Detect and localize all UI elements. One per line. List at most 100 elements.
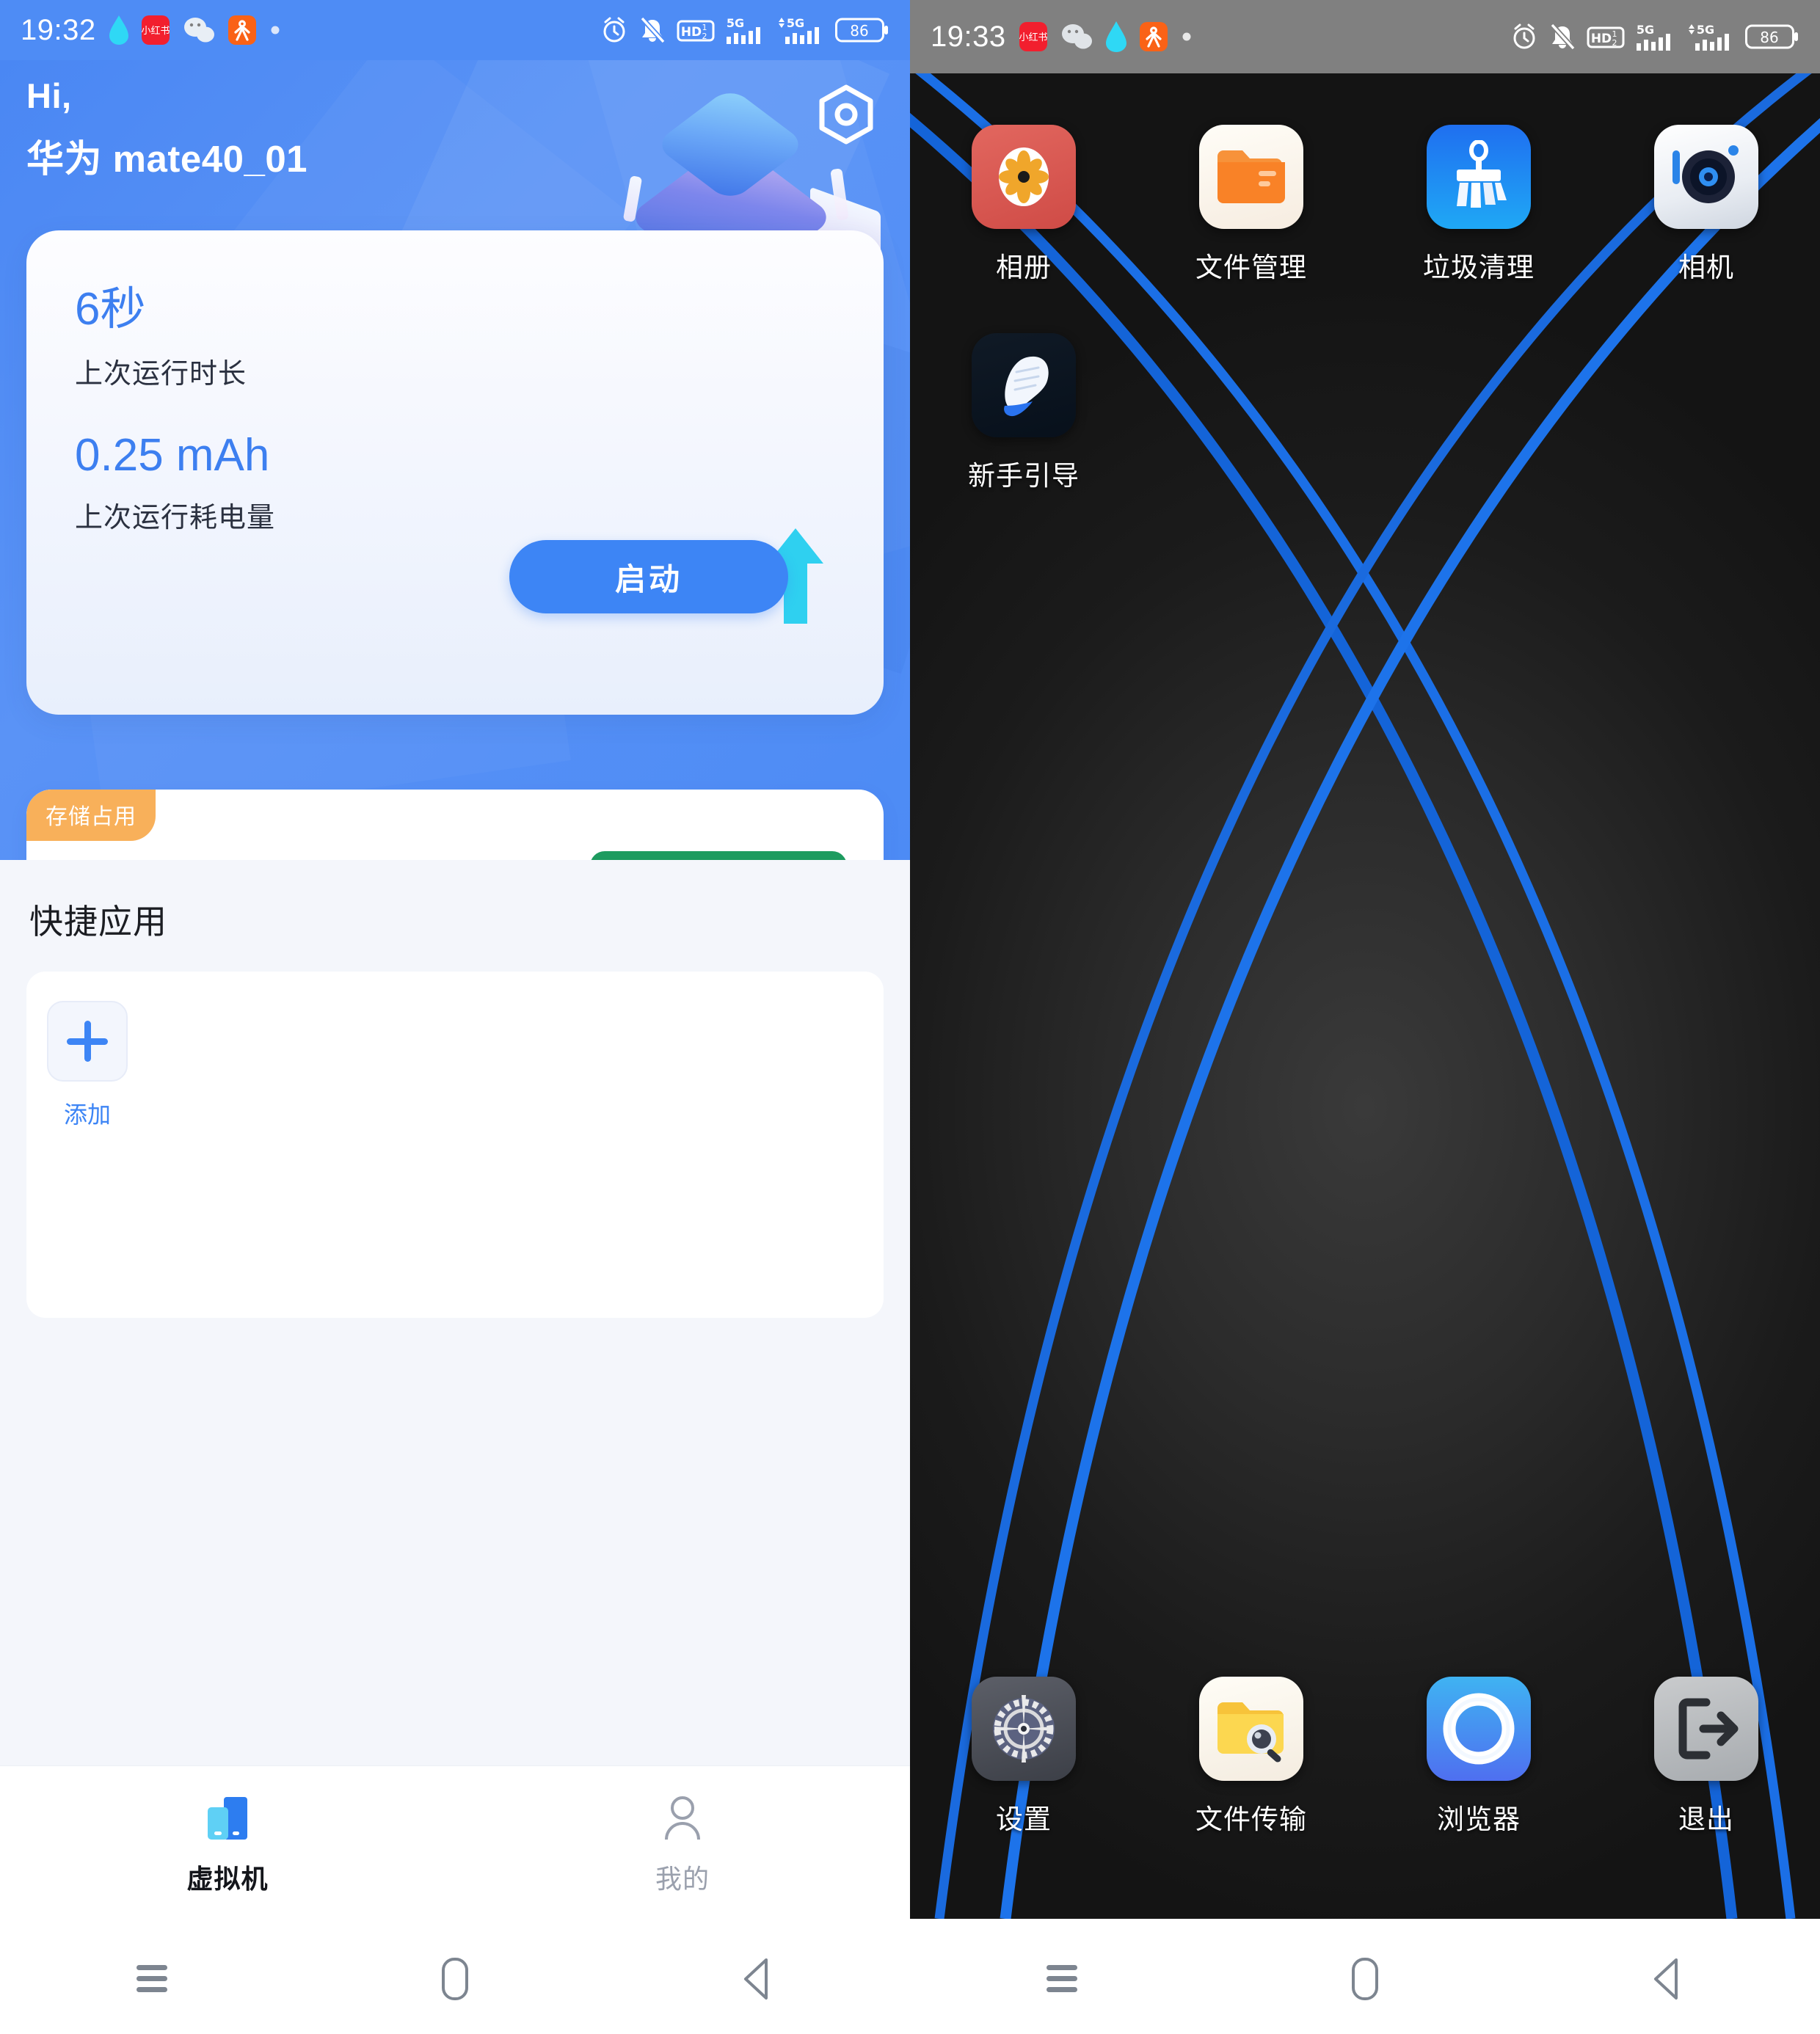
battery-icon: 86 <box>835 15 889 45</box>
orange-person-icon <box>228 15 256 45</box>
file-manager-icon <box>1199 125 1303 229</box>
left-tab-bar: 虚拟机 我的 <box>0 1765 910 1924</box>
app-badge-teal-icon <box>109 15 128 45</box>
xiaohongshu-icon: 小红书 <box>141 15 170 45</box>
signal-5g-2-icon: 5G <box>776 15 825 45</box>
svg-text:2: 2 <box>1612 38 1617 48</box>
svg-text:小红书: 小红书 <box>1019 32 1047 43</box>
runtime-stats-card: 6秒 上次运行时长 0.25 mAh 上次运行耗电量 启动 <box>26 230 884 715</box>
app-grid: 相册 文件管理 垃圾清理 相机 新手引导 <box>910 125 1820 542</box>
browser-icon <box>1427 1677 1531 1781</box>
add-app-label: 添加 <box>63 1101 111 1128</box>
recent-apps-icon[interactable] <box>1018 1946 1106 2012</box>
alarm-icon <box>1510 22 1538 51</box>
storage-usage-card: 存储占用 577 kB 缓存清理 <box>26 790 884 860</box>
launch-button[interactable]: 启动 <box>509 540 788 613</box>
battery-percent-text: 86 <box>1760 29 1778 46</box>
storage-badge: 存储占用 <box>26 790 156 841</box>
android-home-screen: 相册 文件管理 垃圾清理 相机 新手引导 设置 文件传输 浏览器 退出 <box>910 73 1820 1919</box>
status-time: 19:33 <box>931 20 1006 53</box>
dual-phone-screenshot: 19:32 小红书 HD 1 2 5G 5G 86 Hi, 华为 mate40_… <box>0 0 1820 2034</box>
status-time: 19:32 <box>21 13 96 46</box>
app-file-manager[interactable]: 文件管理 <box>1138 125 1365 285</box>
add-app-button[interactable] <box>47 1001 128 1082</box>
dock-label: 浏览器 <box>1437 1804 1521 1834</box>
dock-settings[interactable]: 设置 <box>910 1677 1138 1837</box>
dot-icon <box>1181 31 1193 43</box>
battery-icon: 86 <box>1745 21 1799 52</box>
signal-5g-1-icon: 5G <box>725 15 766 45</box>
right-status-bar: 19:33 小红书 HD 1 2 5G 5G 86 <box>910 0 1820 73</box>
dock-browser[interactable]: 浏览器 <box>1365 1677 1592 1837</box>
tab-virtual-machine-label: 虚拟机 <box>186 1864 269 1894</box>
photo-album-icon <box>972 125 1076 229</box>
svg-text:HD: HD <box>1591 32 1612 46</box>
qq-penguin-icon <box>1105 21 1126 52</box>
last-run-duration-label: 上次运行时长 <box>75 359 247 390</box>
quick-apps-title: 快捷应用 <box>29 903 167 941</box>
hd-voice-icon: HD 1 2 <box>1587 22 1625 51</box>
xiaohongshu-icon: 小红书 <box>1019 22 1047 51</box>
tab-virtual-machine[interactable]: 虚拟机 <box>0 1766 455 1924</box>
svg-text:5G: 5G <box>787 16 804 30</box>
svg-text:5G: 5G <box>727 16 744 30</box>
svg-text:HD: HD <box>681 25 702 40</box>
hd-voice-icon: HD 1 2 <box>677 15 715 45</box>
app-label: 新手引导 <box>968 461 1080 491</box>
app-label: 垃圾清理 <box>1423 252 1535 282</box>
left-nav-bar <box>0 1924 910 2034</box>
alarm-icon <box>600 15 628 45</box>
last-run-power-value: 0.25 mAh <box>75 430 270 481</box>
greeting-block: Hi, 华为 mate40_01 <box>26 75 307 183</box>
right-nav-bar <box>910 1924 1820 2034</box>
file-transfer-icon <box>1199 1677 1303 1781</box>
device-name: 华为 mate40_01 <box>26 137 308 180</box>
tab-mine[interactable]: 我的 <box>455 1766 910 1924</box>
dock-label: 设置 <box>996 1804 1052 1834</box>
dock-exit[interactable]: 退出 <box>1592 1677 1820 1837</box>
exit-icon <box>1654 1677 1758 1781</box>
greeting-hi: Hi, <box>26 76 72 115</box>
right-phone-panel: 19:33 小红书 HD 1 2 5G 5G 86 相册 文件管理 垃圾清理 相… <box>910 0 1820 2034</box>
svg-text:小红书: 小红书 <box>142 25 170 37</box>
quick-apps-panel: 添加 <box>26 972 884 1318</box>
app-camera[interactable]: 相机 <box>1592 125 1820 285</box>
battery-percent-text: 86 <box>850 22 868 40</box>
svg-text:5G: 5G <box>1697 23 1714 37</box>
wechat-icon <box>1060 23 1093 51</box>
app-trash-clean[interactable]: 垃圾清理 <box>1365 125 1592 285</box>
app-label: 相机 <box>1678 252 1734 282</box>
home-icon[interactable] <box>411 1946 499 2012</box>
person-icon <box>660 1794 705 1846</box>
left-phone-panel: 19:32 小红书 HD 1 2 5G 5G 86 Hi, 华为 mate40_… <box>0 0 910 2034</box>
svg-text:2: 2 <box>702 32 707 41</box>
recent-apps-icon[interactable] <box>108 1946 196 2012</box>
trash-clean-icon <box>1427 125 1531 229</box>
dock-file-transfer[interactable]: 文件传输 <box>1138 1677 1365 1837</box>
signal-5g-2-icon: 5G <box>1686 21 1735 52</box>
app-beginner-guide[interactable]: 新手引导 <box>910 333 1138 493</box>
last-run-duration-value: 6秒 <box>75 284 146 335</box>
camera-icon <box>1654 125 1758 229</box>
orange-person-icon <box>1139 22 1168 51</box>
dot-icon <box>269 24 281 36</box>
left-status-bar: 19:32 小红书 HD 1 2 5G 5G 86 <box>0 0 910 60</box>
dock-label: 退出 <box>1678 1804 1734 1834</box>
app-photo-album[interactable]: 相册 <box>910 125 1138 285</box>
mute-icon <box>638 15 666 45</box>
beginner-guide-icon <box>972 333 1076 437</box>
app-label: 相册 <box>996 252 1052 282</box>
back-icon[interactable] <box>714 1946 802 2012</box>
app-label: 文件管理 <box>1195 252 1307 282</box>
dock-label: 文件传输 <box>1195 1804 1307 1834</box>
signal-5g-1-icon: 5G <box>1635 21 1676 52</box>
left-hero-header: Hi, 华为 mate40_01 6秒 上次运行时长 0.25 mAh 上次运行… <box>0 60 910 860</box>
back-icon[interactable] <box>1624 1946 1712 2012</box>
mute-icon <box>1548 22 1576 51</box>
dock-bar: 设置 文件传输 浏览器 退出 <box>910 1677 1820 1837</box>
cache-clean-button[interactable]: 缓存清理 <box>590 851 847 860</box>
svg-text:5G: 5G <box>1637 23 1654 37</box>
virtual-machine-icon <box>205 1794 250 1846</box>
home-icon[interactable] <box>1321 1946 1409 2012</box>
launch-button-wrap: 启动 <box>509 528 832 624</box>
